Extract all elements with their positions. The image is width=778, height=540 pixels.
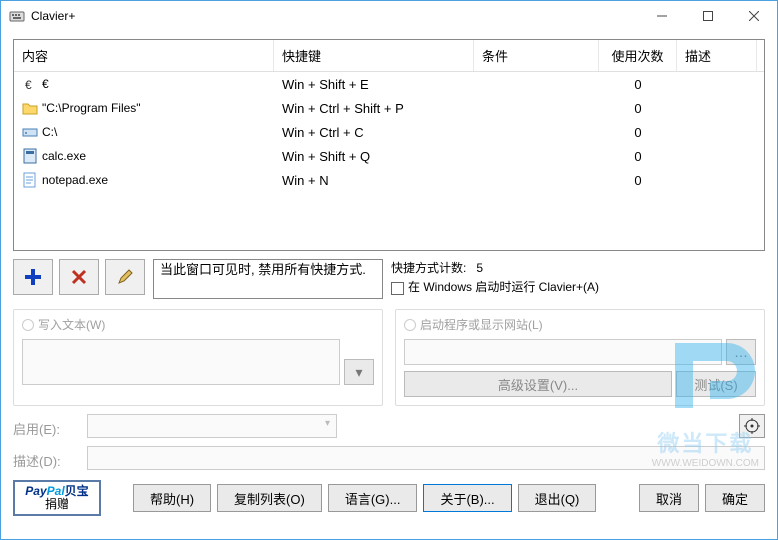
desc-label: 描述(D):	[13, 447, 83, 470]
close-button[interactable]	[731, 1, 777, 31]
bottom-bar: PayPal贝宝 捐赠 帮助(H) 复制列表(O) 语言(G)... 关于(B)…	[1, 474, 777, 526]
help-button[interactable]: 帮助(H)	[133, 484, 211, 512]
table-row[interactable]: calc.exeWin + Shift + Q0	[14, 144, 764, 168]
launch-path-field[interactable]	[404, 339, 722, 365]
titlebar: Clavier+	[1, 1, 777, 31]
about-button[interactable]: 关于(B)...	[423, 484, 511, 512]
list-header: 内容 快捷键 条件 使用次数 描述	[14, 40, 764, 72]
donate-button[interactable]: PayPal贝宝 捐赠	[13, 480, 101, 516]
info-note: 当此窗口可见时, 禁用所有快捷方式.	[153, 259, 383, 299]
write-text-menu-button[interactable]: ▾	[344, 359, 374, 385]
desc-field[interactable]	[87, 446, 765, 470]
svg-text:€: €	[25, 78, 32, 92]
target-picker-button[interactable]	[739, 414, 765, 438]
hotkey-list[interactable]: 内容 快捷键 条件 使用次数 描述 €€Win + Shift + E0"C:\…	[13, 39, 765, 251]
notepad-icon	[22, 172, 38, 188]
maximize-button[interactable]	[685, 1, 731, 31]
toolbar	[13, 259, 145, 295]
minimize-button[interactable]	[639, 1, 685, 31]
col-desc[interactable]: 描述	[677, 40, 757, 71]
col-usecount[interactable]: 使用次数	[599, 40, 677, 71]
autostart-checkbox[interactable]	[391, 282, 404, 295]
stats-panel: 快捷方式计数: 5 在 Windows 启动时运行 Clavier+(A)	[391, 259, 765, 297]
autostart-label: 在 Windows 启动时运行 Clavier+(A)	[408, 280, 599, 294]
col-hotkey[interactable]: 快捷键	[274, 40, 474, 71]
table-row[interactable]: "C:\Program Files"Win + Ctrl + Shift + P…	[14, 96, 764, 120]
quit-button[interactable]: 退出(Q)	[518, 484, 597, 512]
write-text-label: 写入文本(W)	[38, 316, 105, 333]
delete-button[interactable]	[59, 259, 99, 295]
launch-radio[interactable]	[404, 319, 416, 331]
window-title: Clavier+	[31, 9, 639, 23]
add-button[interactable]	[13, 259, 53, 295]
copy-list-button[interactable]: 复制列表(O)	[217, 484, 322, 512]
write-text-group: 写入文本(W) ▾	[13, 309, 383, 406]
col-condition[interactable]: 条件	[474, 40, 599, 71]
cancel-button[interactable]: 取消	[639, 484, 699, 512]
launch-group: 启动程序或显示网站(L) … 高级设置(V)... 测试(S)	[395, 309, 765, 406]
window-controls	[639, 1, 777, 31]
write-text-radio[interactable]	[22, 319, 34, 331]
language-button[interactable]: 语言(G)...	[328, 484, 418, 512]
enable-label: 启用(E):	[13, 415, 83, 438]
edit-button[interactable]	[105, 259, 145, 295]
drive-icon	[22, 124, 38, 140]
ok-button[interactable]: 确定	[705, 484, 765, 512]
shortcut-count-label: 快捷方式计数:	[391, 259, 466, 278]
euro-icon: €	[22, 76, 38, 92]
write-text-field[interactable]	[22, 339, 340, 385]
enable-combo[interactable]	[87, 414, 337, 438]
browse-button[interactable]: …	[726, 339, 756, 365]
advanced-settings-button[interactable]: 高级设置(V)...	[404, 371, 672, 397]
table-row[interactable]: C:\Win + Ctrl + C0	[14, 120, 764, 144]
table-row[interactable]: notepad.exeWin + N0	[14, 168, 764, 192]
shortcut-count-value: 5	[476, 259, 483, 278]
donate-label: 捐赠	[45, 498, 69, 511]
folder-icon	[22, 100, 38, 116]
app-icon	[9, 8, 25, 24]
col-content[interactable]: 内容	[14, 40, 274, 71]
launch-label: 启动程序或显示网站(L)	[420, 316, 543, 333]
test-button[interactable]: 测试(S)	[676, 371, 756, 397]
calc-icon	[22, 148, 38, 164]
table-row[interactable]: €€Win + Shift + E0	[14, 72, 764, 96]
